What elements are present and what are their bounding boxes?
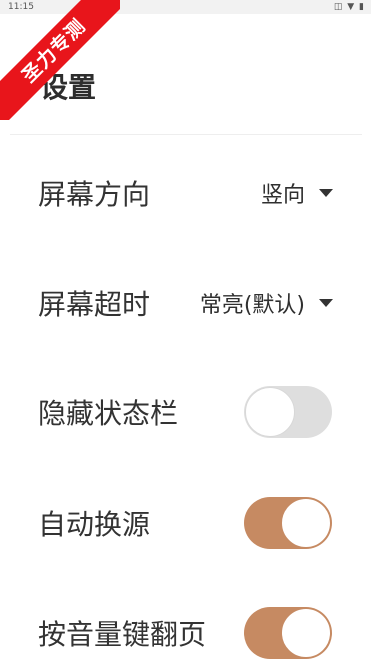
setting-row-auto-switch-source: 自动换源 [0,493,371,553]
setting-row-hide-status-bar: 隐藏状态栏 [0,382,371,442]
volume-key-page-turn-toggle[interactable] [244,607,332,659]
auto-switch-source-toggle[interactable] [244,497,332,549]
watermark-ribbon: 圣力专测 [0,0,120,120]
setting-label-volume-key-page-turn: 按音量键翻页 [38,618,207,651]
hide-status-bar-toggle[interactable] [244,386,332,438]
toggle-knob [281,498,331,548]
setting-row-timeout: 屏幕超时 常亮(默认) [0,273,371,333]
chevron-down-icon [319,189,333,197]
setting-label-auto-switch-source: 自动换源 [38,508,151,541]
header-divider [10,134,362,135]
timeout-dropdown[interactable]: 常亮(默认) [200,273,333,333]
toggle-knob [281,608,331,658]
setting-label-hide-status-bar: 隐藏状态栏 [38,397,179,430]
timeout-value: 常亮(默认) [199,293,305,318]
toggle-knob [245,387,295,437]
setting-label-orientation: 屏幕方向 [38,178,151,211]
orientation-dropdown[interactable]: 竖向 [261,163,333,223]
chevron-down-icon [319,299,333,307]
status-icons: ◫ ▼ ▮ [333,2,365,12]
orientation-value: 竖向 [260,183,305,208]
setting-row-volume-key-page-turn: 按音量键翻页 [0,603,371,663]
setting-row-orientation: 屏幕方向 竖向 [0,163,371,223]
watermark-text: 圣力专测 [0,0,120,120]
setting-label-timeout: 屏幕超时 [38,288,151,321]
